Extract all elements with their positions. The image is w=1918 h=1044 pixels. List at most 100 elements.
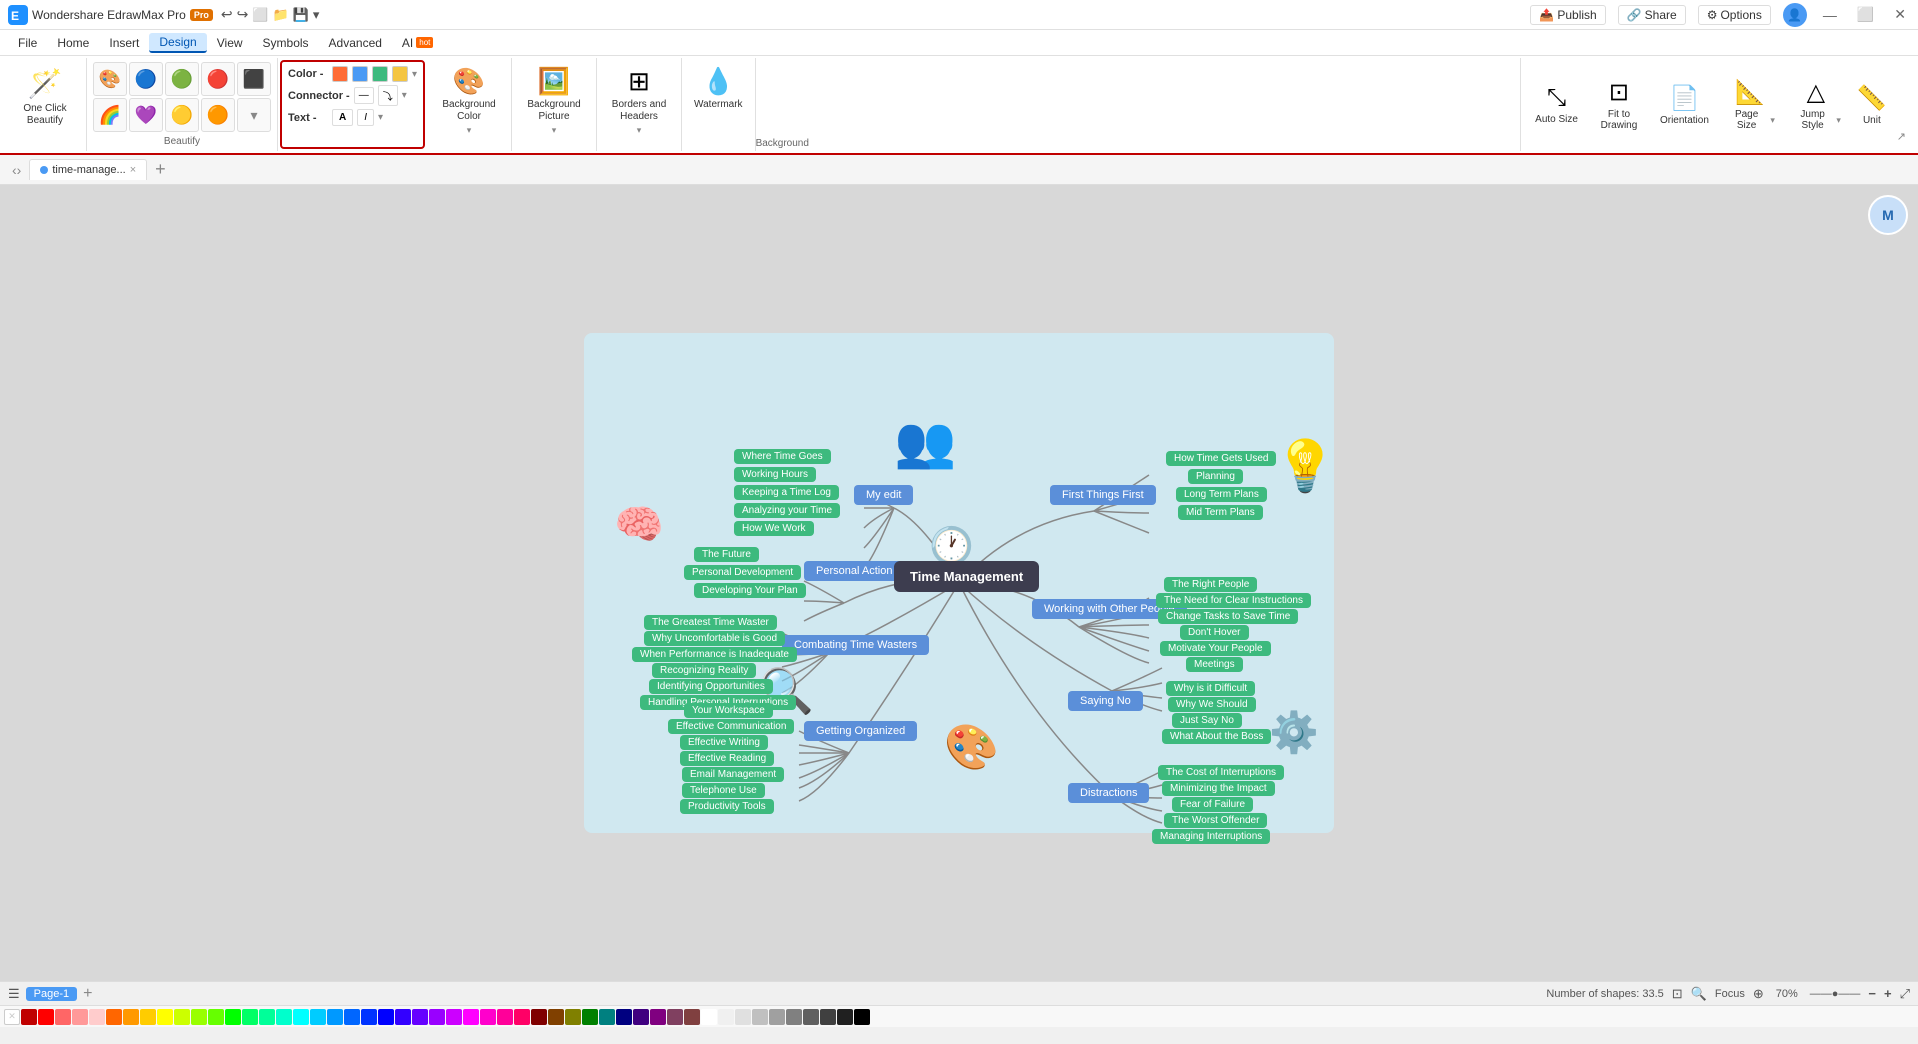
distractions-node[interactable]: Distractions [1068,783,1149,803]
auto-size-btn[interactable]: ⤡ Auto Size [1529,80,1584,129]
background-picture-btn[interactable]: 🖼️ Background Picture ▾ [520,62,588,140]
color-swatch-48[interactable] [837,1009,853,1025]
green-change-tasks[interactable]: Change Tasks to Save Time [1158,609,1298,624]
color-swatch-1[interactable] [332,66,348,82]
color-swatch-25[interactable] [446,1009,462,1025]
color-swatch-37[interactable] [650,1009,666,1025]
menu-symbols[interactable]: Symbols [253,34,319,52]
green-what-about-boss[interactable]: What About the Boss [1162,729,1271,744]
color-swatch-12[interactable] [225,1009,241,1025]
green-future[interactable]: The Future [694,547,759,562]
green-clear-instructions[interactable]: The Need for Clear Instructions [1156,593,1311,608]
layer-icon[interactable]: ☰ [8,986,20,1002]
watermark-btn[interactable]: 💧 Watermark [690,62,747,115]
beautify-expand-btn[interactable]: ▾ [237,98,271,132]
beautify-btn-1[interactable]: 🎨 [93,62,127,96]
green-minimizing-impact[interactable]: Minimizing the Impact [1162,781,1275,796]
color-swatch-31[interactable] [548,1009,564,1025]
publish-btn[interactable]: 📤 Publish [1530,5,1605,25]
menu-file[interactable]: File [8,34,47,52]
menu-design[interactable]: Design [149,33,206,53]
color-swatch-23[interactable] [412,1009,428,1025]
color-swatch-34[interactable] [599,1009,615,1025]
color-swatch-44[interactable] [769,1009,785,1025]
tab-close-icon[interactable]: × [130,164,136,176]
saying-no-node[interactable]: Saying No [1068,691,1143,711]
jump-style-btn[interactable]: △ Jump Style ▾ [1785,74,1847,135]
beautify-btn-6[interactable]: 🌈 [93,98,127,132]
color-swatch-16[interactable] [293,1009,309,1025]
color-swatch-28[interactable] [497,1009,513,1025]
green-where-time[interactable]: Where Time Goes [734,449,831,464]
color-swatch-13[interactable] [242,1009,258,1025]
color-swatch-35[interactable] [616,1009,632,1025]
share-btn[interactable]: 🔗 Share [1618,5,1686,25]
undo-btn[interactable]: ↩ [221,6,233,23]
color-swatch-9[interactable] [174,1009,190,1025]
borders-headers-btn[interactable]: ⊞ Borders and Headers ▾ [605,62,673,140]
green-uncomfortable[interactable]: Why Uncomfortable is Good [644,631,785,646]
tab-time-manage[interactable]: time-manage... × [29,159,147,180]
background-color-btn[interactable]: 🎨 Background Color ▾ [435,62,503,140]
zoom-minus[interactable]: − [1868,986,1876,1001]
green-meetings[interactable]: Meetings [1186,657,1243,672]
color-swatch-26[interactable] [463,1009,479,1025]
color-swatch-7[interactable] [140,1009,156,1025]
color-swatch-24[interactable] [429,1009,445,1025]
color-swatch-22[interactable] [395,1009,411,1025]
green-how-we-work[interactable]: How We Work [734,521,814,536]
more-btn[interactable]: ▾ [313,7,320,23]
focus-label[interactable]: Focus [1715,988,1745,1000]
color-swatch-33[interactable] [582,1009,598,1025]
canvas-avatar[interactable]: M [1868,195,1908,235]
color-swatch-4[interactable] [89,1009,105,1025]
page-size-btn[interactable]: 📐 Page Size ▾ [1719,74,1781,135]
green-why-difficult[interactable]: Why is it Difficult [1166,681,1255,696]
green-right-people[interactable]: The Right People [1164,577,1257,592]
color-swatch-38[interactable] [667,1009,683,1025]
options-btn[interactable]: ⚙ Options [1698,5,1771,25]
green-how-time-used[interactable]: How Time Gets Used [1166,451,1276,466]
color-more-btn[interactable]: ▾ [412,69,417,80]
color-swatch-32[interactable] [565,1009,581,1025]
menu-ai[interactable]: AI hot [392,34,443,52]
user-avatar[interactable]: 👤 [1783,3,1807,27]
fit-view-icon[interactable]: ⊡ [1672,986,1683,1002]
green-managing-interruptions[interactable]: Managing Interruptions [1152,829,1270,844]
color-swatch-0[interactable] [21,1009,37,1025]
color-swatch-36[interactable] [633,1009,649,1025]
green-effective-comm[interactable]: Effective Communication [668,719,794,734]
green-developing-plan[interactable]: Developing Your Plan [694,583,806,598]
color-swatch-27[interactable] [480,1009,496,1025]
zoom-out-icon[interactable]: 🔍 [1691,986,1707,1002]
green-recognizing[interactable]: Recognizing Reality [652,663,756,678]
green-dont-hover[interactable]: Don't Hover [1180,625,1249,640]
text-more-btn[interactable]: ▾ [378,112,383,123]
my-edit-node[interactable]: My edit [854,485,913,505]
color-swatch-10[interactable] [191,1009,207,1025]
new-btn[interactable]: ⬜ [252,7,268,23]
color-swatch-5[interactable] [106,1009,122,1025]
unit-btn[interactable]: 📏 Unit [1851,80,1893,130]
close-btn[interactable]: ✕ [1890,6,1910,23]
maximize-btn[interactable]: ⬜ [1853,6,1878,23]
beautify-btn-7[interactable]: 💜 [129,98,163,132]
color-swatch-29[interactable] [514,1009,530,1025]
green-why-should[interactable]: Why We Should [1168,697,1256,712]
green-workspace[interactable]: Your Workspace [684,703,773,718]
connector-type-2[interactable]: ⤵ [378,85,398,106]
color-swatch-6[interactable] [123,1009,139,1025]
color-swatch-45[interactable] [786,1009,802,1025]
green-mid-term[interactable]: Mid Term Plans [1178,505,1263,520]
color-swatch-15[interactable] [276,1009,292,1025]
save-btn[interactable]: 💾 [293,7,309,23]
green-long-term[interactable]: Long Term Plans [1176,487,1267,502]
color-swatch-42[interactable] [735,1009,751,1025]
zoom-plus[interactable]: + [1884,986,1892,1001]
text-style-2[interactable]: I [357,109,374,126]
color-swatch-20[interactable] [361,1009,377,1025]
green-email-mgmt[interactable]: Email Management [682,767,784,782]
beautify-btn-2[interactable]: 🔵 [129,62,163,96]
connector-type-1[interactable]: — [354,87,374,104]
green-personal-dev[interactable]: Personal Development [684,565,801,580]
